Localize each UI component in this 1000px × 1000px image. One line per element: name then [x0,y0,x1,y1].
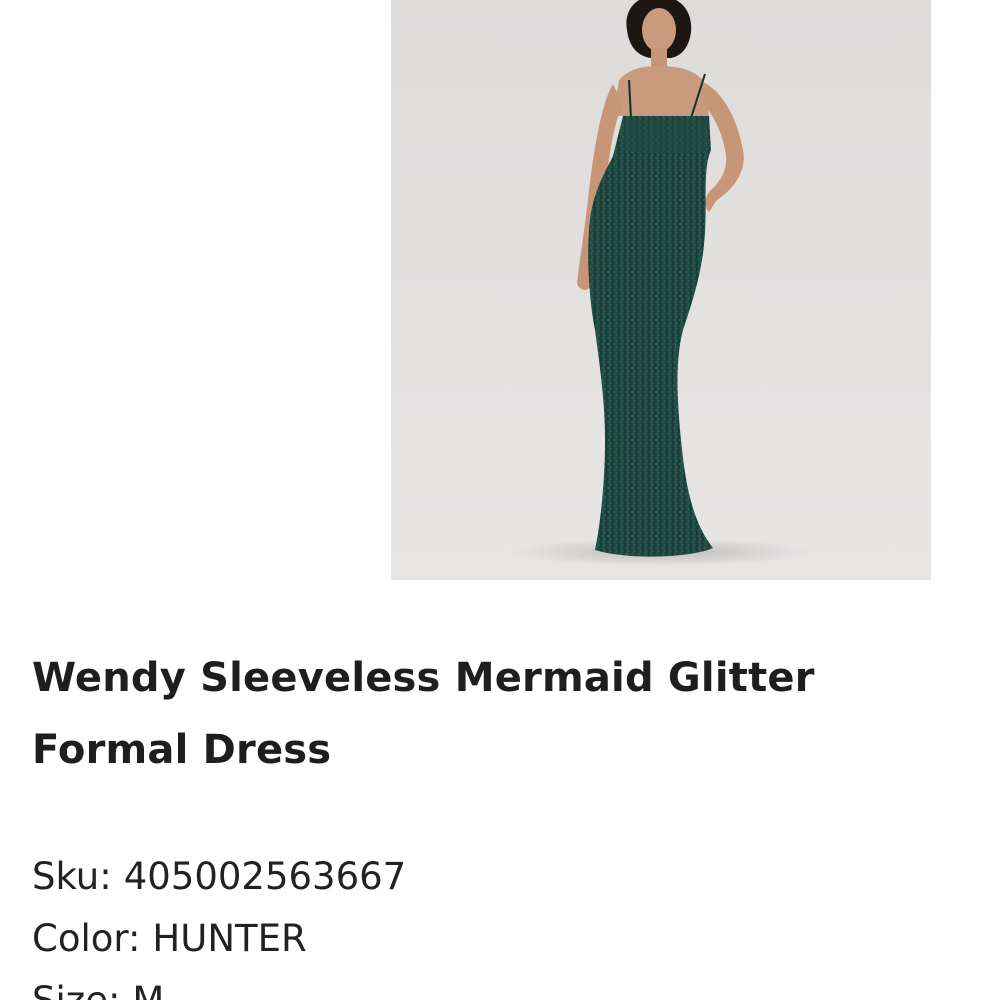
product-image[interactable] [391,0,931,580]
color-label: Color: [32,917,141,960]
color-row: Color: HUNTER [32,908,932,970]
sku-value: 405002563667 [123,855,407,898]
dress-photo [511,0,811,566]
sku-label: Sku: [32,855,112,898]
product-details: Sku: 405002563667 Color: HUNTER Size: M [32,846,932,1000]
product-page: Wendy Sleeveless Mermaid Glitter Formal … [0,0,1000,1000]
sku-row: Sku: 405002563667 [32,846,932,908]
product-title: Wendy Sleeveless Mermaid Glitter Formal … [32,655,815,773]
size-value: M [132,979,164,1000]
color-value: HUNTER [152,917,307,960]
size-row: Size: M [32,970,932,1000]
size-label: Size: [32,979,120,1000]
